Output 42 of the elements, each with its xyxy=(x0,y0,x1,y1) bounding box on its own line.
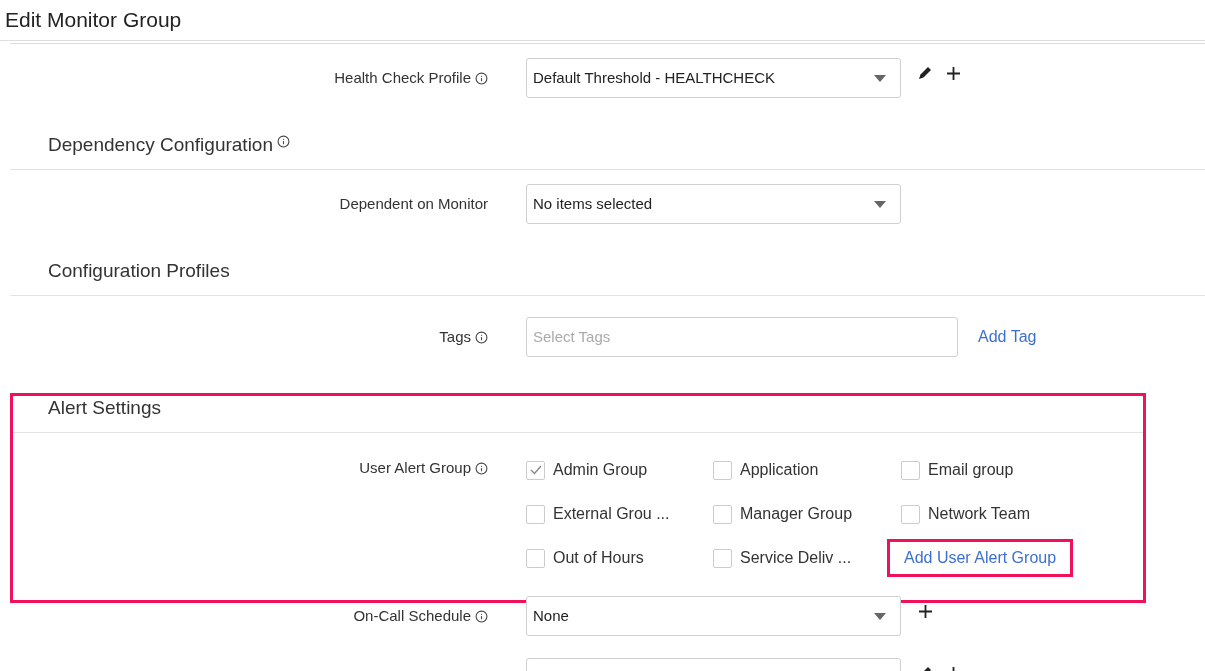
page-title: Edit Monitor Group xyxy=(5,7,182,34)
pencil-icon[interactable] xyxy=(919,67,931,79)
checkbox[interactable] xyxy=(526,460,545,480)
checkbox[interactable] xyxy=(901,504,920,524)
checkbox[interactable] xyxy=(526,504,545,524)
checkmark-icon xyxy=(529,465,542,475)
info-icon xyxy=(475,330,488,344)
checkbox-label: Application xyxy=(740,460,819,480)
checkbox[interactable] xyxy=(713,504,732,524)
checkbox[interactable] xyxy=(713,460,732,480)
field-label: On-Call Schedule xyxy=(353,605,471,626)
select-field[interactable]: None xyxy=(526,596,901,636)
info-icon xyxy=(475,461,488,475)
add-icon[interactable] xyxy=(947,66,960,80)
checkbox[interactable] xyxy=(526,548,545,568)
add-icon[interactable] xyxy=(919,604,932,618)
section-heading: Alert Settings xyxy=(48,396,161,420)
checkbox[interactable] xyxy=(713,548,732,568)
field-label: Dependent on Monitor xyxy=(339,193,488,214)
select-field[interactable]: No items selected xyxy=(526,184,901,224)
field-label: Health Check Profile xyxy=(334,67,471,88)
dropdown-caret-icon xyxy=(874,612,886,620)
checkbox-label: Out of Hours xyxy=(553,548,644,568)
info-icon xyxy=(475,71,488,85)
section-heading: Configuration Profiles xyxy=(48,259,230,283)
info-icon xyxy=(277,135,290,149)
field-label: User Alert Group xyxy=(359,457,471,478)
dropdown-caret-icon xyxy=(874,200,886,208)
info-icon xyxy=(475,609,488,623)
checkbox-label: Manager Group xyxy=(740,504,853,524)
add-tag-link[interactable]: Add Tag xyxy=(978,325,1037,349)
checkbox-label: Admin Group xyxy=(553,460,648,480)
checkbox-label: Service Deliv ... xyxy=(740,548,852,568)
checkbox-label: Email group xyxy=(928,460,1014,480)
field-label: Tags xyxy=(439,326,471,347)
section-heading: Dependency Configuration xyxy=(48,133,273,157)
checkbox-label: Network Team xyxy=(928,504,1030,524)
add-user-alert-group-link[interactable]: Add User Alert Group xyxy=(887,539,1074,577)
dropdown-caret-icon xyxy=(874,74,886,82)
select-field[interactable]: Default Threshold - HEALTHCHECK xyxy=(526,58,901,98)
checkbox[interactable] xyxy=(901,460,920,480)
checkbox-label: External Grou ... xyxy=(553,504,670,524)
